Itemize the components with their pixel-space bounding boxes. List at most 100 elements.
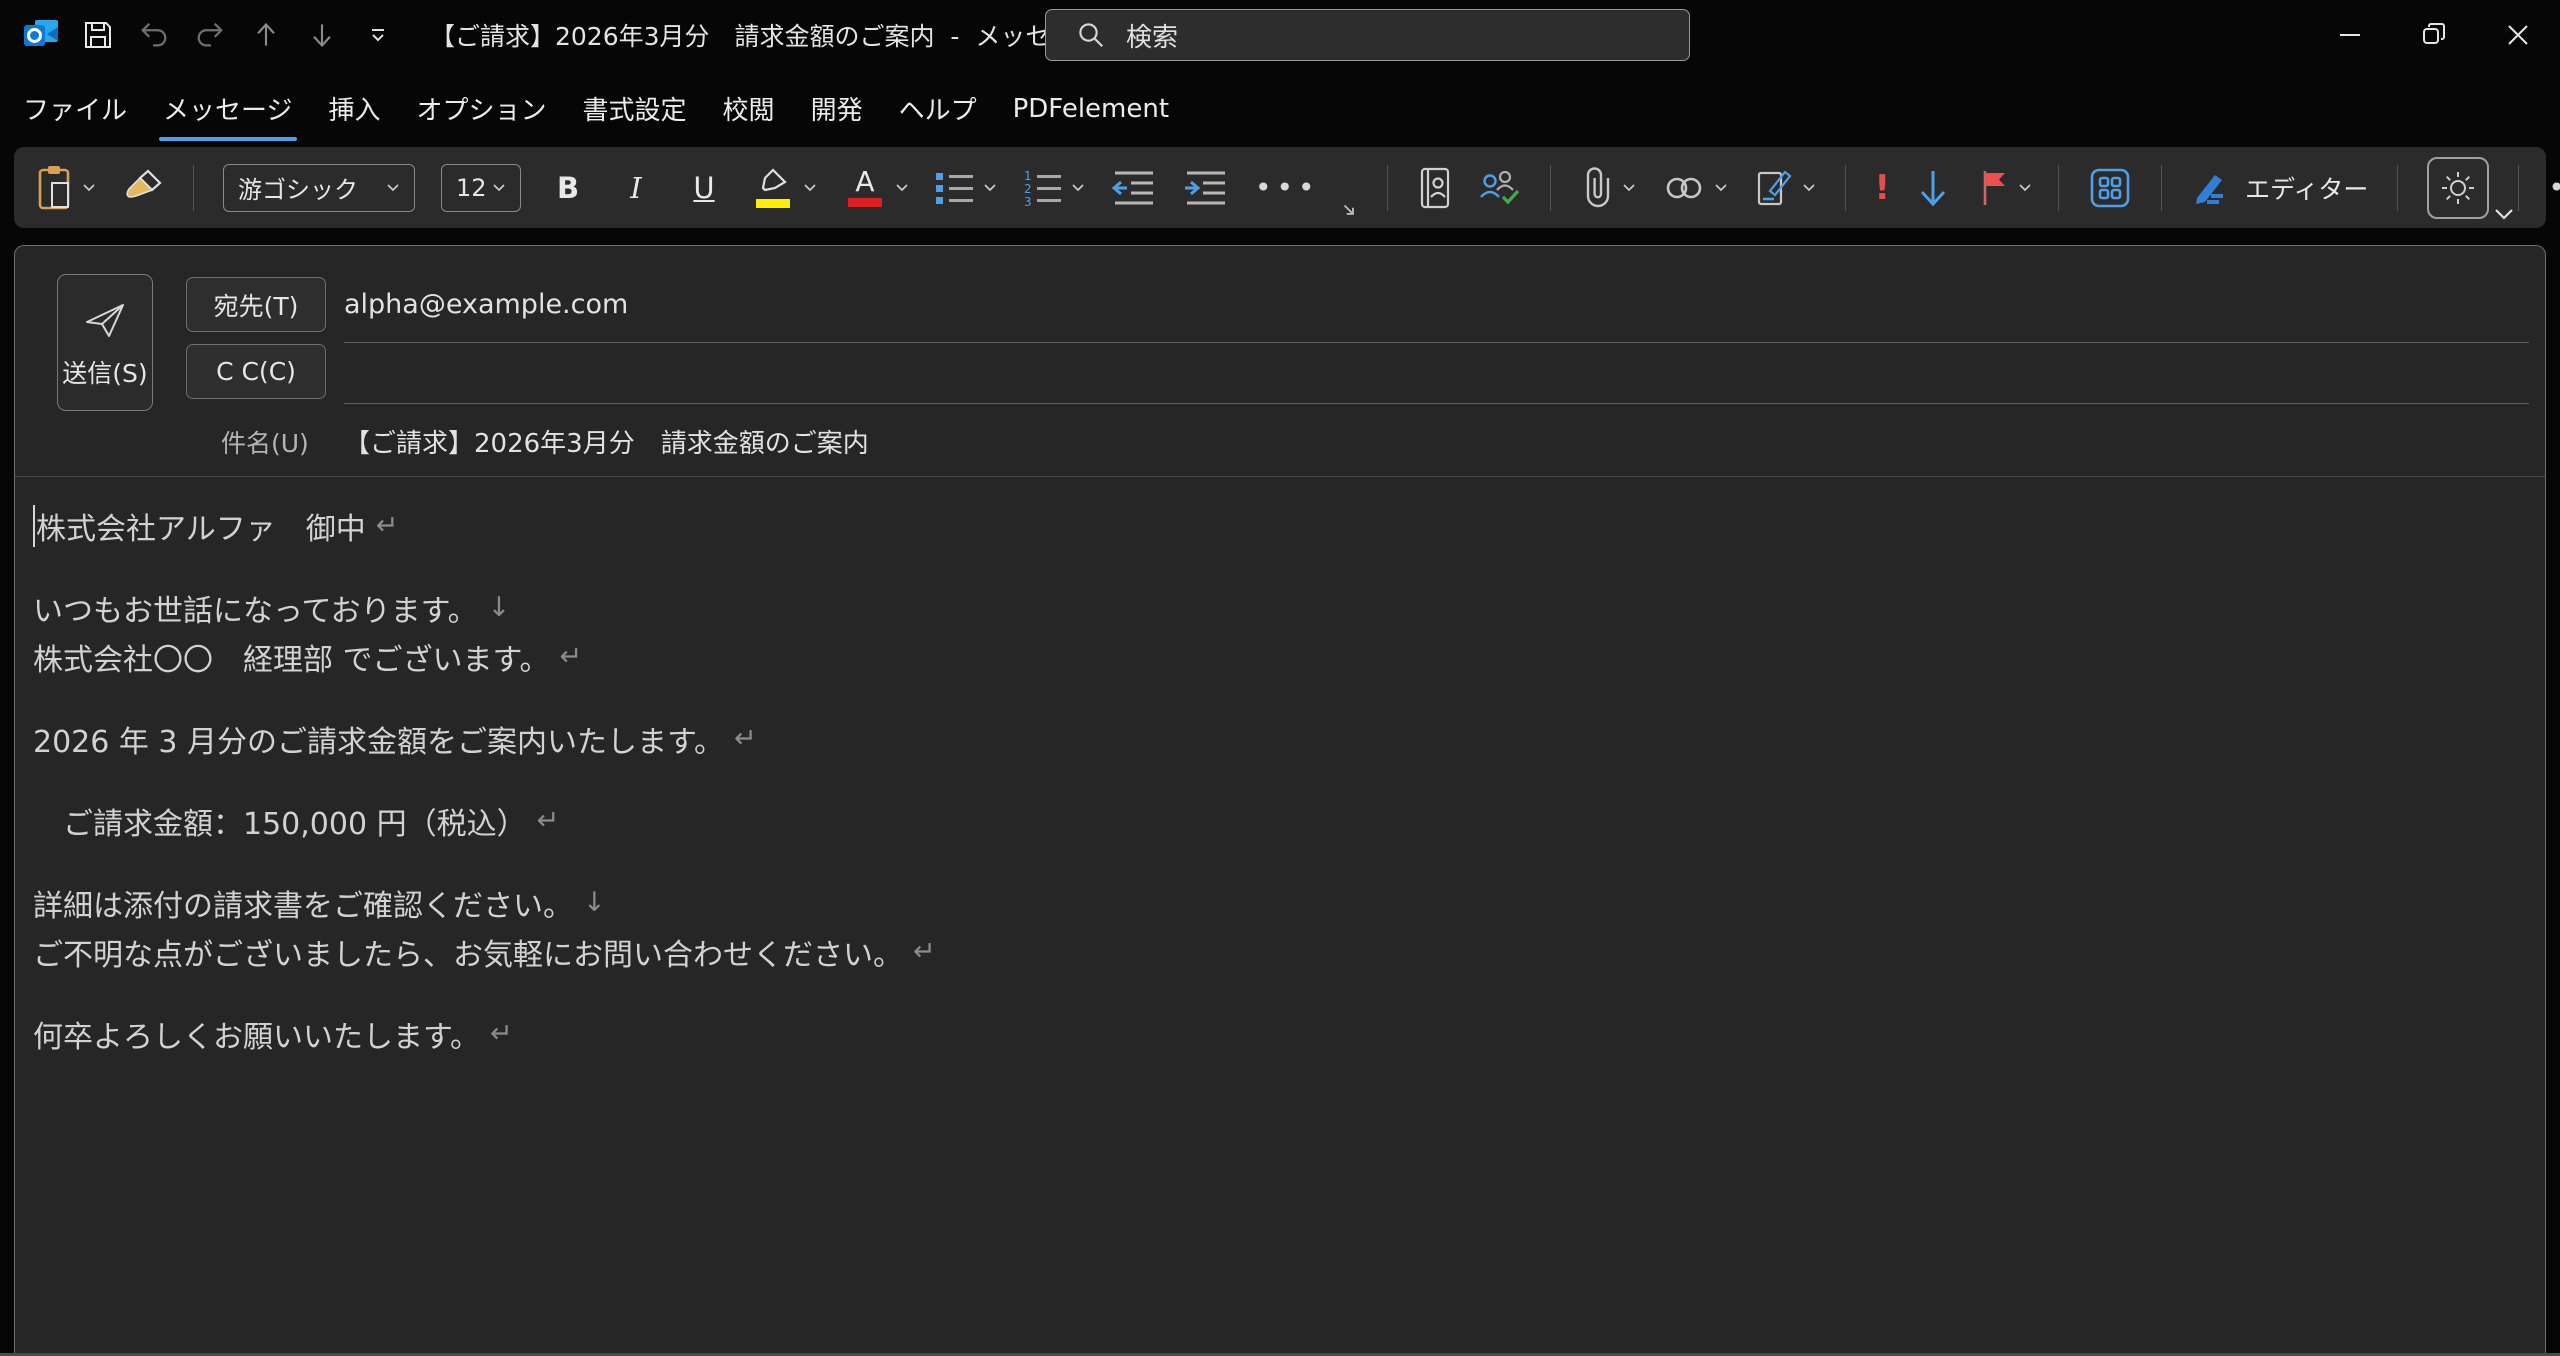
ribbon-divider: [1845, 165, 1846, 211]
body-line: 2026 年 3 月分のご請求金額をご案内いたします。↵: [33, 714, 2545, 763]
minimize-icon[interactable]: [2308, 0, 2392, 70]
paragraph-mark: ↵: [490, 1018, 513, 1049]
to-field-value[interactable]: alpha@example.com: [344, 277, 628, 332]
link-chevron-icon[interactable]: [1714, 183, 1728, 192]
highlight-color-button[interactable]: [751, 168, 817, 208]
editor-button[interactable]: エディター: [2191, 168, 2368, 208]
highlight-chevron-icon[interactable]: [803, 183, 817, 192]
numbering-chevron-icon[interactable]: [1071, 183, 1085, 192]
paragraph-mark: ↵: [560, 641, 583, 672]
svg-text:2: 2: [1024, 182, 1032, 196]
font-size-chevron-icon[interactable]: [492, 183, 506, 192]
body-line: いつもお世話になっております。↓: [33, 583, 2545, 632]
bold-button[interactable]: B: [547, 171, 589, 205]
tab-help[interactable]: ヘルプ: [881, 90, 995, 127]
apps-button[interactable]: [2088, 166, 2132, 210]
qat-customize-icon[interactable]: [360, 15, 396, 55]
tab-format-text[interactable]: 書式設定: [565, 90, 705, 127]
message-compose-panel: 送信(S) 宛先(T) C C(C) alpha@example.com 件名(…: [14, 245, 2546, 1356]
save-icon[interactable]: [80, 15, 116, 55]
line-break-mark: ↓: [583, 887, 606, 918]
font-size-combo[interactable]: 12: [441, 164, 521, 212]
redo-icon[interactable]: [192, 15, 228, 55]
signature-button[interactable]: [1754, 167, 1816, 209]
bullets-icon: [935, 168, 975, 208]
font-color-button[interactable]: A: [843, 169, 909, 207]
bullets-button[interactable]: [935, 168, 997, 208]
collapse-ribbon-icon[interactable]: [2492, 207, 2516, 221]
flag-chevron-icon[interactable]: [2018, 183, 2032, 192]
font-color-chevron-icon[interactable]: [895, 183, 909, 192]
editor-pen-icon: [2191, 168, 2231, 208]
svg-text:1: 1: [1024, 169, 1032, 183]
title-bar: 【ご請求】2026年3月分 請求金額のご案内 - メッセージ (HTML… 検索: [0, 0, 2560, 70]
high-importance-button[interactable]: !: [1875, 168, 1891, 208]
body-line: [33, 763, 2545, 796]
increase-indent-button[interactable]: [1183, 168, 1229, 208]
more-ribbon-button[interactable]: •••: [2548, 171, 2560, 204]
link-button[interactable]: [1662, 170, 1728, 206]
address-book-button[interactable]: [1417, 167, 1453, 209]
cc-button[interactable]: C C(C): [186, 344, 326, 399]
body-line: 株式会社アルファ 御中↵: [33, 501, 2545, 550]
signature-chevron-icon[interactable]: [1802, 183, 1816, 192]
ribbon-toolbar: 游ゴシック 12 B I U A: [14, 147, 2546, 228]
body-line: ご不明な点がございましたら、お気軽にお問い合わせください。↵: [33, 927, 2545, 976]
tab-review[interactable]: 校閲: [705, 90, 793, 127]
to-button[interactable]: 宛先(T): [186, 277, 326, 332]
close-icon[interactable]: [2476, 0, 2560, 70]
paste-dropdown-chevron-icon[interactable]: [82, 183, 96, 192]
ribbon-divider: [1387, 165, 1388, 211]
tab-insert[interactable]: 挿入: [311, 90, 399, 127]
signature-icon: [1754, 167, 1794, 209]
message-body-editor[interactable]: 株式会社アルファ 御中↵ いつもお世話になっております。↓ 株式会社〇〇 経理部…: [15, 477, 2545, 1356]
paste-button[interactable]: [36, 165, 96, 211]
tab-options[interactable]: オプション: [399, 90, 565, 127]
send-button[interactable]: 送信(S): [57, 274, 153, 411]
low-importance-button[interactable]: [1916, 167, 1950, 209]
tab-pdfelement[interactable]: PDFelement: [995, 94, 1187, 124]
numbering-button[interactable]: 123: [1023, 168, 1085, 208]
low-importance-icon: [1916, 167, 1950, 209]
body-line: [33, 845, 2545, 878]
message-header: 送信(S) 宛先(T) C C(C) alpha@example.com 件名(…: [15, 246, 2545, 476]
send-icon: [81, 296, 129, 340]
ribbon-divider: [2397, 165, 2398, 211]
tab-message[interactable]: メッセージ: [145, 90, 310, 127]
svg-text:3: 3: [1024, 195, 1032, 208]
body-line: [33, 976, 2545, 1009]
attach-icon: [1580, 165, 1614, 211]
indent-icon: [1183, 168, 1229, 208]
restore-icon[interactable]: [2392, 0, 2476, 70]
attach-file-button[interactable]: [1580, 165, 1636, 211]
decrease-indent-button[interactable]: [1111, 168, 1157, 208]
font-name-chevron-icon[interactable]: [386, 183, 400, 192]
check-names-icon: [1479, 168, 1521, 208]
dialog-launcher-icon[interactable]: [1340, 201, 1358, 219]
tab-developer[interactable]: 開発: [793, 90, 881, 127]
paste-icon: [36, 165, 74, 211]
check-names-button[interactable]: [1479, 168, 1521, 208]
font-name-combo[interactable]: 游ゴシック: [223, 164, 415, 212]
underline-button[interactable]: U: [683, 171, 725, 205]
outdent-icon: [1111, 168, 1157, 208]
bullets-chevron-icon[interactable]: [983, 183, 997, 192]
sun-toggle-button[interactable]: [2427, 157, 2489, 219]
next-item-icon[interactable]: [304, 15, 340, 55]
subject-field-value[interactable]: 【ご請求】2026年3月分 請求金額のご案内: [344, 414, 869, 469]
search-icon: [1076, 20, 1106, 50]
paragraph-mark: ↵: [537, 805, 560, 836]
undo-icon[interactable]: [136, 15, 172, 55]
ribbon-divider: [2161, 165, 2162, 211]
search-input[interactable]: 検索: [1045, 9, 1690, 61]
highlight-icon: [751, 168, 795, 208]
attach-chevron-icon[interactable]: [1622, 183, 1636, 192]
body-line: ご請求金額：150,000 円（税込）↵: [33, 796, 2545, 845]
more-formatting-button[interactable]: •••: [1255, 171, 1320, 204]
flag-button[interactable]: [1976, 168, 2032, 208]
format-painter-button[interactable]: [122, 167, 164, 209]
tab-file[interactable]: ファイル: [5, 90, 145, 127]
font-color-swatch: [848, 198, 882, 207]
previous-item-icon[interactable]: [248, 15, 284, 55]
italic-button[interactable]: I: [615, 171, 657, 205]
